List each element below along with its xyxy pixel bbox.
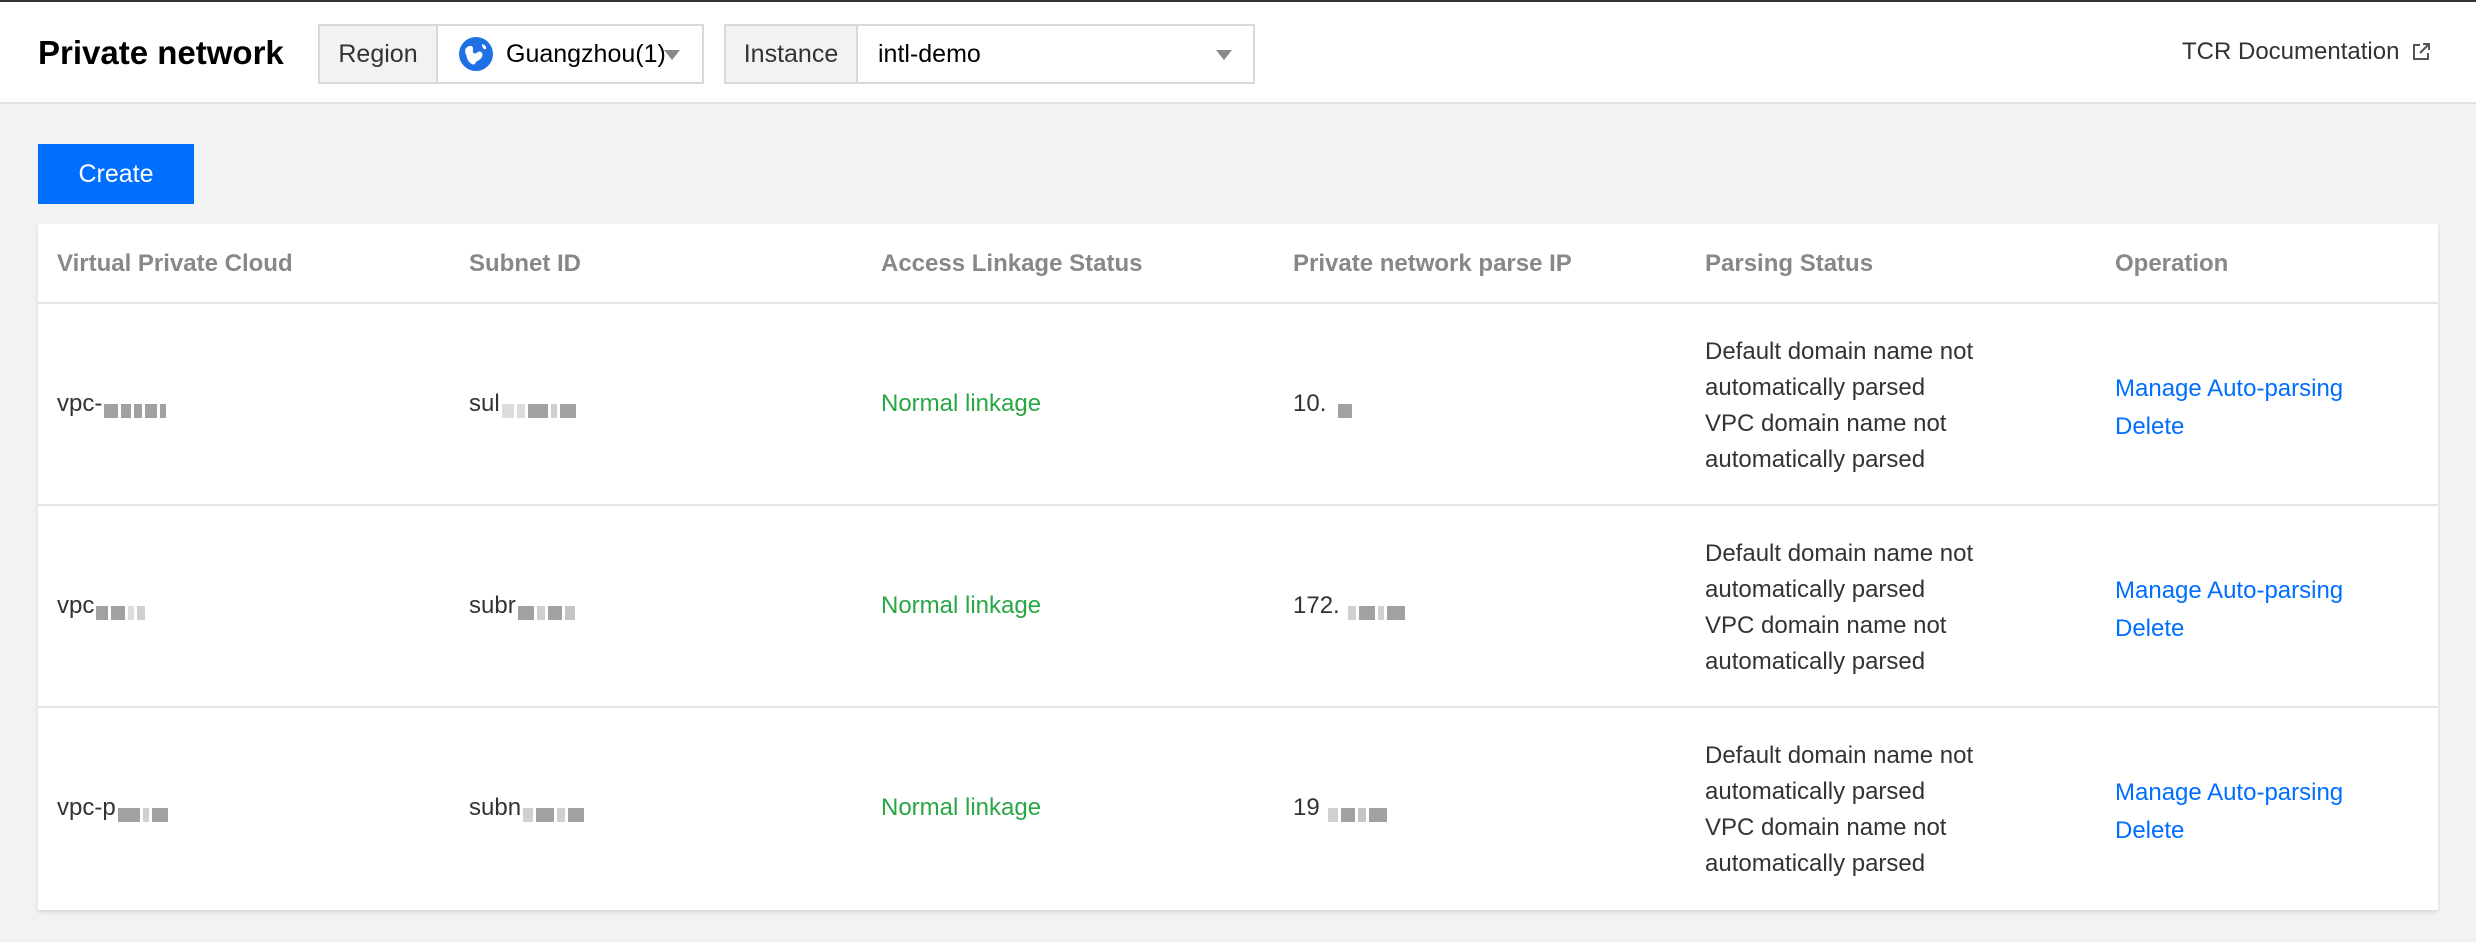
instance-dropdown[interactable]: intl-demo	[858, 26, 1253, 82]
page-title: Private network	[38, 34, 284, 71]
subnet-id: subn	[469, 794, 522, 821]
manage-auto-parsing-link[interactable]: Manage Auto-parsing	[2115, 774, 2343, 812]
table-header: Virtual Private Cloud Subnet ID Access L…	[38, 224, 2438, 304]
region-value: Guangzhou(1)	[506, 40, 666, 68]
operation-cell: Manage Auto-parsing Delete	[2115, 572, 2343, 648]
private-network-table: Virtual Private Cloud Subnet ID Access L…	[38, 224, 2438, 910]
linkage-status: Normal linkage	[881, 592, 1042, 619]
parsing-status: Default domain name not automatically pa…	[1705, 738, 2045, 882]
delete-link[interactable]: Delete	[2115, 610, 2343, 648]
doc-link-label: TCR Documentation	[2182, 38, 2400, 65]
linkage-status: Normal linkage	[881, 390, 1042, 417]
parsing-line: Default domain name not	[1705, 338, 1974, 365]
column-header-parsing-status: Parsing Status	[1705, 250, 1874, 277]
redacted-mask	[501, 397, 579, 418]
column-header-vpc: Virtual Private Cloud	[57, 250, 293, 277]
region-selector[interactable]: Region Guangzhou(1)	[318, 24, 704, 84]
table-row: vpc subr Normal linkage 172. Default dom…	[38, 506, 2438, 708]
column-header-subnet: Subnet ID	[469, 250, 581, 277]
instance-selector[interactable]: Instance intl-demo	[724, 24, 1255, 84]
chevron-down-icon	[1216, 50, 1232, 60]
parsing-line: automatically parsed	[1705, 850, 1926, 877]
redacted-mask	[1338, 397, 1355, 418]
top-bar: Private network Region Guangzhou(1) Inst…	[0, 0, 2476, 104]
parse-ip: 19	[1293, 794, 1320, 821]
parsing-status: Default domain name not automatically pa…	[1705, 536, 2045, 680]
operation-cell: Manage Auto-parsing Delete	[2115, 370, 2343, 446]
redacted-mask	[523, 801, 587, 822]
table-row: vpc-p subn Normal linkage 19 Default dom…	[38, 708, 2438, 910]
parsing-line: automatically parsed	[1705, 778, 1926, 805]
redacted-mask	[517, 599, 578, 620]
parsing-line: automatically parsed	[1705, 374, 1926, 401]
redacted-mask	[96, 599, 148, 620]
instance-value: intl-demo	[878, 40, 981, 68]
parse-ip: 172.	[1293, 592, 1340, 619]
linkage-status: Normal linkage	[881, 794, 1042, 821]
table-row: vpc- sul Normal linkage 10. Default doma…	[38, 304, 2438, 506]
parse-ip-cell: 19	[1293, 794, 1390, 822]
vpc-id: vpc-	[57, 390, 103, 417]
delete-link[interactable]: Delete	[2115, 408, 2343, 446]
parsing-line: VPC domain name not	[1705, 410, 1947, 437]
redacted-mask	[104, 397, 169, 418]
delete-link[interactable]: Delete	[2115, 812, 2343, 850]
parsing-line: automatically parsed	[1705, 648, 1926, 675]
subnet-cell: subr	[469, 592, 578, 620]
parsing-line: Default domain name not	[1705, 742, 1974, 769]
globe-icon	[459, 37, 493, 71]
parsing-line: automatically parsed	[1705, 576, 1926, 603]
vpc-cell: vpc	[57, 592, 148, 620]
column-header-linkage-status: Access Linkage Status	[881, 250, 1143, 277]
subnet-id: subr	[469, 592, 516, 619]
external-link-icon	[2413, 43, 2431, 60]
region-label: Region	[320, 26, 438, 82]
redacted-mask	[117, 801, 171, 822]
subnet-cell: sul	[469, 390, 579, 418]
parse-ip: 10.	[1293, 390, 1327, 417]
manage-auto-parsing-link[interactable]: Manage Auto-parsing	[2115, 572, 2343, 610]
redacted-mask	[1327, 801, 1390, 822]
create-button[interactable]: Create	[38, 144, 194, 204]
subnet-cell: subn	[469, 794, 587, 822]
column-header-operation: Operation	[2115, 250, 2229, 277]
operation-cell: Manage Auto-parsing Delete	[2115, 774, 2343, 850]
subnet-id: sul	[469, 390, 500, 417]
tcr-documentation-link[interactable]: TCR Documentation	[2182, 38, 2431, 66]
parsing-line: Default domain name not	[1705, 540, 1974, 567]
parsing-line: VPC domain name not	[1705, 814, 1947, 841]
redacted-mask	[1347, 599, 1408, 620]
region-dropdown[interactable]: Guangzhou(1)	[438, 26, 702, 82]
parse-ip-cell: 10.	[1293, 390, 1355, 418]
vpc-cell: vpc-p	[57, 794, 171, 822]
chevron-down-icon	[664, 50, 680, 60]
instance-label: Instance	[726, 26, 858, 82]
column-header-parse-ip: Private network parse IP	[1293, 250, 1572, 277]
parsing-line: VPC domain name not	[1705, 612, 1947, 639]
parsing-line: automatically parsed	[1705, 446, 1926, 473]
manage-auto-parsing-link[interactable]: Manage Auto-parsing	[2115, 370, 2343, 408]
vpc-id: vpc-p	[57, 794, 116, 821]
parsing-status: Default domain name not automatically pa…	[1705, 334, 2045, 478]
parse-ip-cell: 172.	[1293, 592, 1408, 620]
vpc-cell: vpc-	[57, 390, 169, 418]
vpc-id: vpc	[57, 592, 95, 619]
